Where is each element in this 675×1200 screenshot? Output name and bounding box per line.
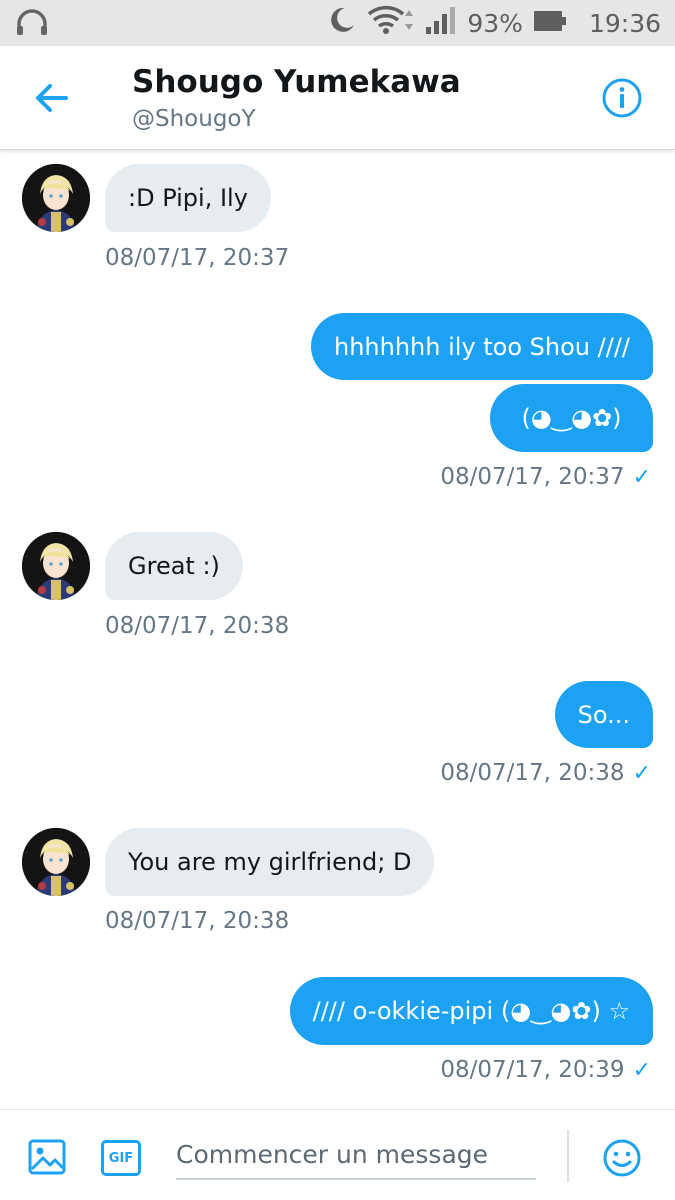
status-bar: 93% 19:36 — [0, 0, 675, 46]
avatar[interactable] — [22, 828, 90, 896]
message-bubble[interactable]: Great :) — [105, 532, 243, 600]
smiley-icon[interactable] — [602, 1138, 642, 1178]
message-bubble[interactable]: :D Pipi, Ily — [105, 164, 271, 232]
message-timestamp-row: 08/07/17, 20:37 ✓ — [440, 464, 651, 490]
contact-handle: @ShougoY — [132, 106, 256, 132]
info-icon[interactable] — [601, 77, 643, 119]
avatar[interactable] — [22, 164, 90, 232]
message-timestamp: 08/07/17, 20:37 — [105, 245, 290, 271]
read-check-icon: ✓ — [632, 760, 651, 786]
message-timestamp: 08/07/17, 20:38 — [105, 613, 290, 639]
conversation-header: Shougo Yumekawa @ShougoY — [0, 46, 675, 150]
battery-percent: 93% — [467, 8, 523, 38]
back-arrow-icon[interactable] — [30, 76, 74, 120]
moon-icon — [327, 5, 357, 41]
message-bubble[interactable]: So... — [554, 681, 653, 748]
read-check-icon: ✓ — [632, 1057, 651, 1083]
contact-name: Shougo Yumekawa — [132, 64, 461, 100]
message-timestamp: 08/07/17, 20:37 — [440, 464, 625, 490]
message-bubble[interactable]: (◕‿◕✿) — [490, 384, 653, 452]
gif-button[interactable]: GIF — [101, 1140, 141, 1176]
message-input[interactable] — [176, 1130, 536, 1180]
composer-divider — [567, 1130, 569, 1182]
message-list: :D Pipi, Ily 08/07/17, 20:37 hhhhhhh ily… — [0, 151, 675, 1109]
message-timestamp-row: 08/07/17, 20:39 ✓ — [440, 1057, 651, 1083]
signal-icon — [425, 5, 457, 41]
message-timestamp: 08/07/17, 20:38 — [105, 908, 290, 934]
message-bubble[interactable]: hhhhhhh ily too Shou //// — [311, 313, 653, 380]
image-icon[interactable] — [28, 1138, 66, 1176]
wifi-icon — [367, 4, 415, 42]
message-timestamp: 08/07/17, 20:38 — [440, 760, 625, 786]
read-check-icon: ✓ — [632, 464, 651, 490]
battery-icon — [533, 9, 567, 38]
message-bubble[interactable]: You are my girlfriend; D — [105, 828, 435, 896]
message-timestamp: 08/07/17, 20:39 — [440, 1057, 625, 1083]
message-timestamp-row: 08/07/17, 20:38 ✓ — [440, 760, 651, 786]
message-composer: GIF — [0, 1109, 675, 1200]
clock: 19:36 — [588, 8, 661, 38]
headset-icon — [14, 8, 50, 38]
message-bubble[interactable]: //// o-okkie-pipi (◕‿◕✿) ☆ — [289, 977, 653, 1045]
avatar[interactable] — [22, 532, 90, 600]
